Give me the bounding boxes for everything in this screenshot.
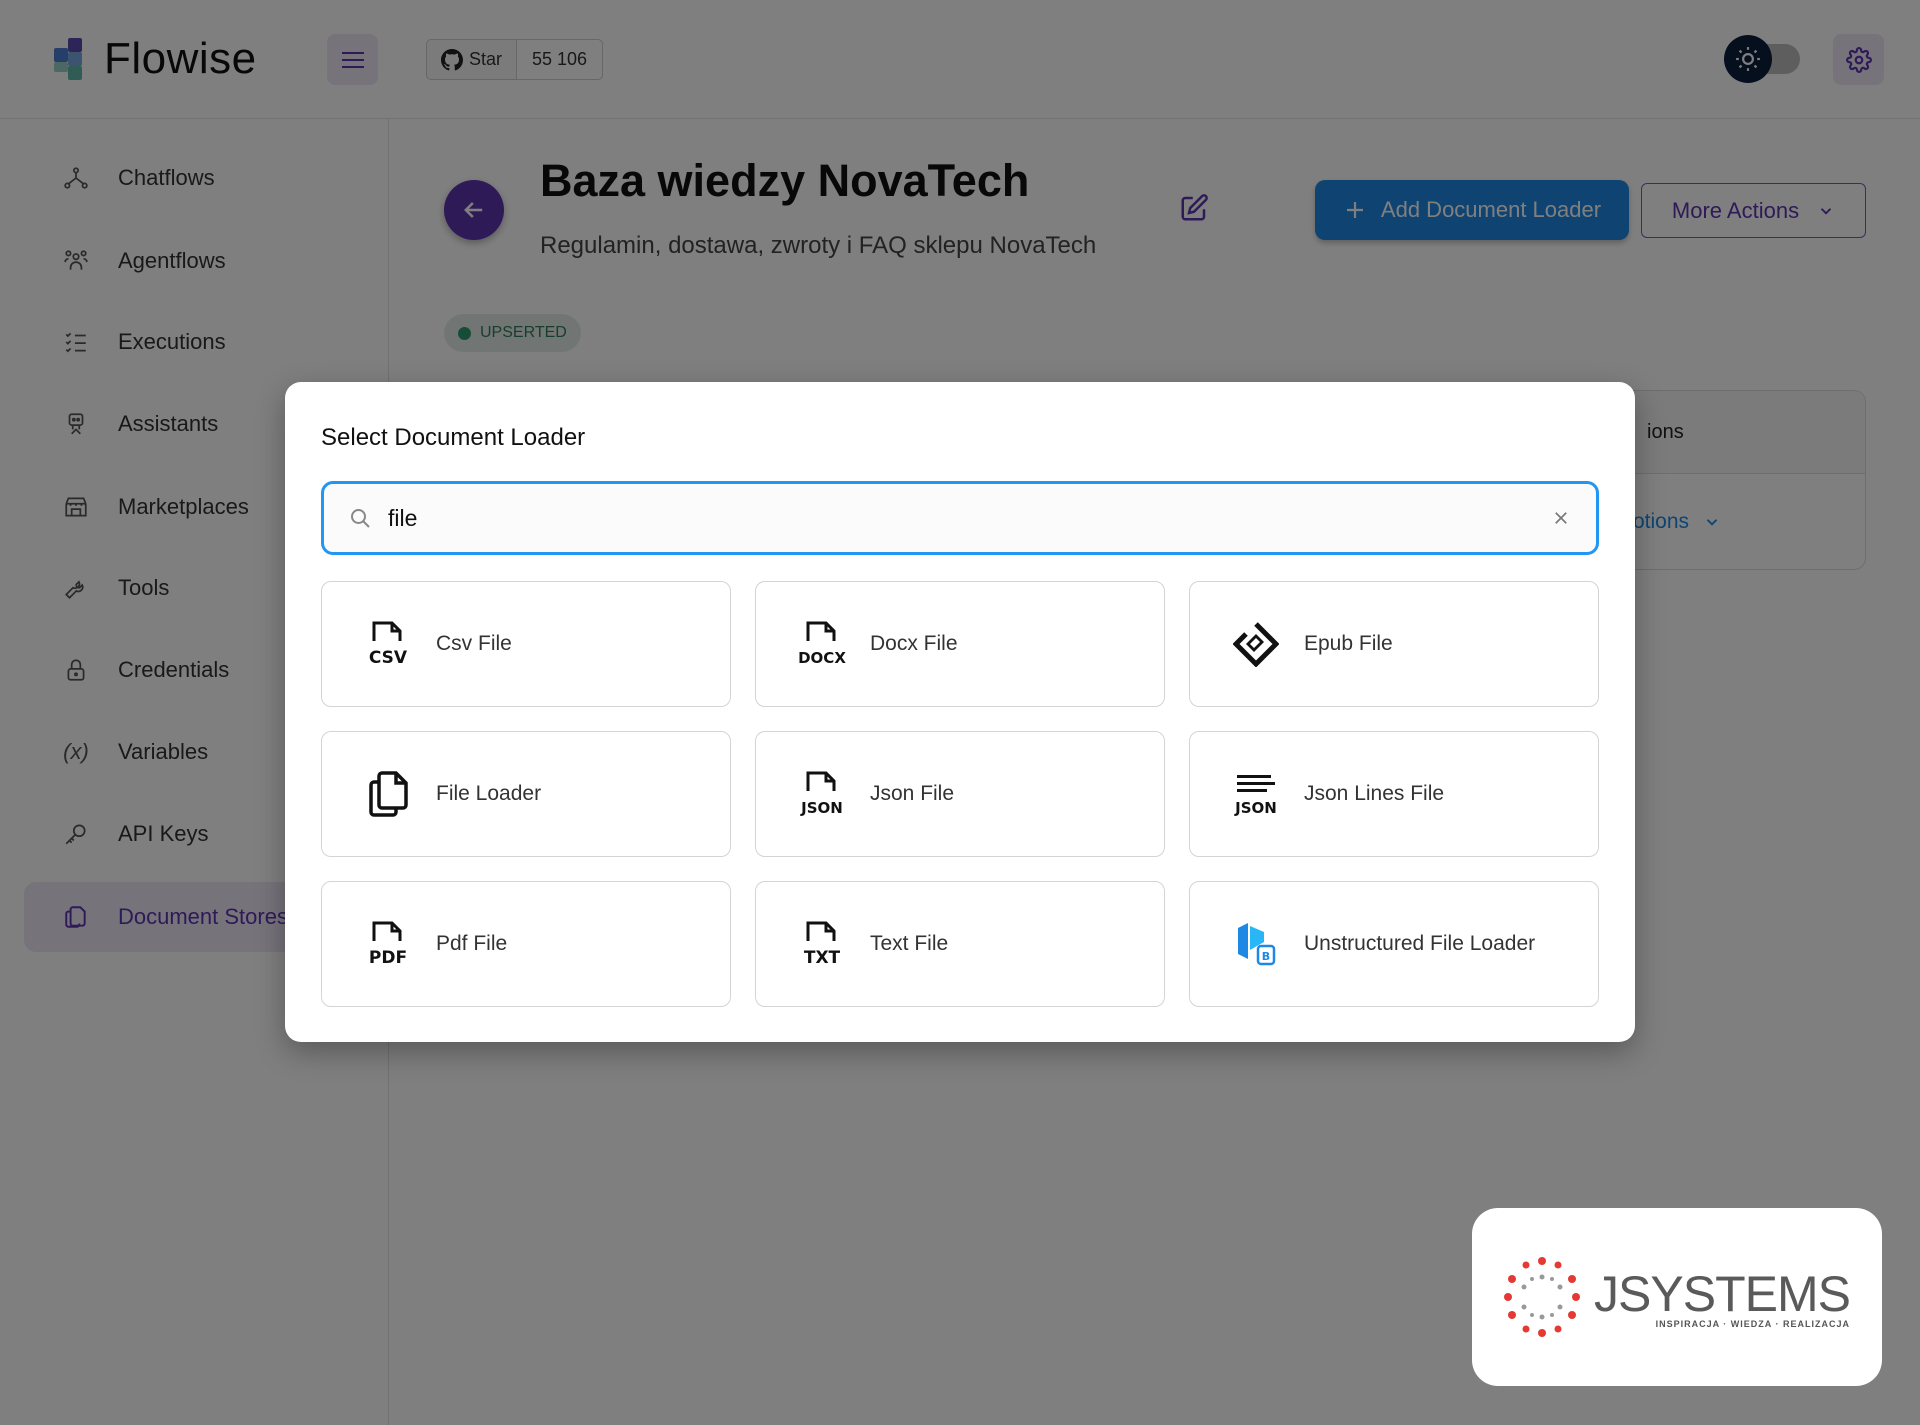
clear-search-button[interactable]	[1546, 503, 1576, 533]
loader-card-label: Docx File	[870, 632, 958, 655]
docx-file-icon: DOCX	[796, 618, 848, 670]
loader-card-label: Pdf File	[436, 932, 508, 955]
pdf-file-icon: PDF	[362, 918, 414, 970]
file-loader-icon	[362, 768, 414, 820]
loader-card-label: Text File	[870, 932, 949, 955]
json-lines-file-icon: JSON	[1230, 768, 1282, 820]
search-input-value[interactable]: file	[388, 505, 1546, 532]
close-icon	[1555, 512, 1567, 524]
loader-card-json-file[interactable]: JSON Json File	[755, 731, 1165, 857]
svg-text:DOCX: DOCX	[798, 649, 846, 667]
txt-file-icon: TXT	[796, 918, 848, 970]
svg-text:TXT: TXT	[804, 948, 841, 968]
loader-card-json-lines-file[interactable]: JSON Json Lines File	[1189, 731, 1599, 857]
loader-card-csv-file[interactable]: CSV Csv File	[321, 581, 731, 707]
dialog-title: Select Document Loader	[321, 424, 586, 451]
svg-text:JSON: JSON	[800, 799, 843, 817]
watermark-tagline: INSPIRACJA · WIEDZA · REALIZACJA	[1655, 1319, 1850, 1329]
jsystems-watermark: JSYSTEMS INSPIRACJA · WIEDZA · REALIZACJ…	[1472, 1208, 1882, 1386]
loader-card-pdf-file[interactable]: PDF Pdf File	[321, 881, 731, 1007]
loader-card-label: Csv File	[436, 632, 512, 655]
loader-card-docx-file[interactable]: DOCX Docx File	[755, 581, 1165, 707]
loader-card-label: Unstructured File Loader	[1304, 932, 1536, 955]
json-file-icon: JSON	[796, 768, 848, 820]
svg-text:PDF: PDF	[369, 948, 407, 968]
select-document-loader-dialog: Select Document Loader file CSV Csv File…	[285, 382, 1635, 1042]
svg-text:JSON: JSON	[1234, 799, 1277, 817]
loader-card-file-loader[interactable]: File Loader	[321, 731, 731, 857]
svg-text:CSV: CSV	[369, 648, 408, 668]
loader-card-epub-file[interactable]: Epub File	[1189, 581, 1599, 707]
jsystems-logo-icon	[1504, 1257, 1581, 1337]
csv-file-icon: CSV	[362, 618, 414, 670]
loader-card-unstructured-file-loader[interactable]: B Unstructured File Loader	[1189, 881, 1599, 1007]
loader-card-text-file[interactable]: TXT Text File	[755, 881, 1165, 1007]
loader-card-label: File Loader	[436, 782, 542, 805]
loader-card-label: Epub File	[1304, 632, 1393, 655]
watermark-brand: JSYSTEMS	[1594, 1266, 1851, 1322]
epub-file-icon	[1230, 618, 1282, 670]
loader-card-label: Json Lines File	[1304, 782, 1445, 805]
loader-search-input[interactable]: file	[321, 481, 1599, 555]
svg-text:B: B	[1262, 950, 1270, 963]
loader-grid: CSV Csv File DOCX Docx File Epub File Fi…	[321, 581, 1599, 1007]
unstructured-file-loader-icon: B	[1230, 918, 1282, 970]
search-icon	[346, 504, 374, 532]
loader-card-label: Json File	[870, 782, 955, 805]
